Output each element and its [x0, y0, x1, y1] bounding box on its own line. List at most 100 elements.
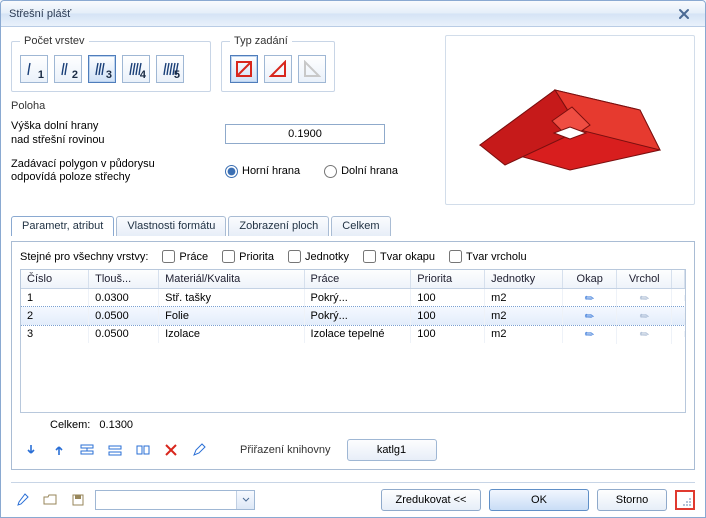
- radio-top-input[interactable]: [225, 165, 238, 178]
- layer-count-2[interactable]: 2: [54, 55, 82, 83]
- radio-bottom-label: Dolní hrana: [341, 165, 398, 177]
- eyedropper-button[interactable]: [11, 489, 33, 511]
- layer-count-3[interactable]: 3: [88, 55, 116, 83]
- table-row[interactable]: 10.0300Stř. taškyPokrý...100m2✎✎: [21, 289, 685, 307]
- tab-3[interactable]: Celkem: [331, 216, 390, 236]
- edit-icon: ✎: [582, 290, 597, 306]
- type-group: Typ zadání: [221, 35, 335, 92]
- tab-panel-params: Stejné pro všechny vrstvy: PrácePriorita…: [11, 241, 695, 470]
- layer-count-5[interactable]: 5: [156, 55, 184, 83]
- check-2-input[interactable]: [288, 250, 301, 263]
- library-button[interactable]: katlg1: [347, 439, 437, 461]
- check-0-input[interactable]: [162, 250, 175, 263]
- add-below-button[interactable]: [76, 439, 98, 461]
- tab-1[interactable]: Vlastnosti formátu: [116, 216, 226, 236]
- layer-count-4[interactable]: 4: [122, 55, 150, 83]
- poloha-body: Výška dolní hrany nad střešní rovinou Za…: [11, 120, 437, 185]
- roof-preview: [445, 35, 695, 205]
- col-prace[interactable]: Práce: [305, 270, 412, 288]
- table-row[interactable]: 20.0500FoliePokrý...100m2✎✎: [21, 307, 685, 325]
- col-cislo[interactable]: Číslo: [21, 270, 89, 288]
- col-tloustka[interactable]: Tlouš...: [89, 270, 159, 288]
- table-header: Číslo Tlouš... Materiál/Kvalita Práce Pr…: [21, 270, 685, 289]
- check-3[interactable]: Tvar okapu: [363, 250, 435, 263]
- edit-icon: ✎: [637, 308, 652, 324]
- layer-button-row: 12345: [20, 55, 202, 83]
- input-type-3[interactable]: [298, 55, 326, 83]
- add-above-button[interactable]: [104, 439, 126, 461]
- col-vrchol[interactable]: Vrchol: [617, 270, 672, 288]
- reduce-button[interactable]: Zredukovat <<: [381, 489, 481, 511]
- layer-count-1[interactable]: 1: [20, 55, 48, 83]
- check-4-input[interactable]: [449, 250, 462, 263]
- checkbox-row: Práce Priorita Jednotky Tvar okapu Tvar vrch…: [162, 250, 526, 263]
- layer-table: Číslo Tlouš... Materiál/Kvalita Práce Pr…: [20, 269, 686, 413]
- top-sections: Počet vrstev 12345 Typ zadání: [11, 35, 437, 92]
- roof-3d-icon: [460, 55, 680, 185]
- close-icon: [678, 8, 690, 20]
- tab-2[interactable]: Zobrazení ploch: [228, 216, 329, 236]
- same-for-all-label: Stejné pro všechny vrstvy:: [20, 251, 148, 263]
- split-row-button[interactable]: [132, 439, 154, 461]
- check-3-input[interactable]: [363, 250, 376, 263]
- edit-row-button[interactable]: [188, 439, 210, 461]
- check-4[interactable]: Tvar vrcholu: [449, 250, 527, 263]
- total-label: Celkem:: [50, 419, 90, 431]
- titlebar: Střešní plášť: [1, 1, 705, 27]
- poloha-height-label: Výška dolní hrany nad střešní rovinou: [11, 120, 211, 148]
- same-for-all-row: Stejné pro všechny vrstvy: Práce Priorita…: [20, 250, 686, 263]
- input-type-1[interactable]: [230, 55, 258, 83]
- ok-button[interactable]: OK: [489, 489, 589, 511]
- radio-bottom[interactable]: Dolní hrana: [324, 165, 398, 178]
- total-value: 0.1300: [99, 419, 133, 431]
- cancel-button[interactable]: Storno: [597, 489, 667, 511]
- move-down-button[interactable]: [20, 439, 42, 461]
- layers-group: Počet vrstev 12345: [11, 35, 211, 92]
- move-up-button[interactable]: [48, 439, 70, 461]
- col-okap[interactable]: Okap: [563, 270, 618, 288]
- radio-top[interactable]: Horní hrana: [225, 165, 300, 178]
- chevron-down-icon: [236, 491, 254, 509]
- check-1[interactable]: Priorita: [222, 250, 274, 263]
- height-input[interactable]: [225, 124, 385, 144]
- left-column: Počet vrstev 12345 Typ zadání Poloha Výš…: [11, 35, 437, 205]
- preset-combo-value: [96, 491, 236, 509]
- dialog-footer: Zredukovat << OK Storno: [11, 482, 695, 511]
- delete-row-button[interactable]: [160, 439, 182, 461]
- edit-icon: ✎: [637, 326, 652, 342]
- top-row: Počet vrstev 12345 Typ zadání Poloha Výš…: [11, 35, 695, 205]
- tab-0[interactable]: Parametr, atribut: [11, 216, 114, 236]
- open-button[interactable]: [39, 489, 61, 511]
- dialog-title: Střešní plášť: [9, 8, 671, 20]
- col-jednotky[interactable]: Jednotky: [485, 270, 563, 288]
- col-material[interactable]: Materiál/Kvalita: [159, 270, 304, 288]
- poloha-heading: Poloha: [11, 100, 437, 112]
- resize-grip-icon: [680, 495, 692, 507]
- type-button-row: [230, 55, 326, 83]
- col-priorita[interactable]: Priorita: [411, 270, 485, 288]
- pane-toolbar: Přiřazení knihovny katlg1: [20, 439, 686, 461]
- library-label: Přiřazení knihovny: [240, 444, 331, 456]
- radio-bottom-input[interactable]: [324, 165, 337, 178]
- poloha-height-row: Výška dolní hrany nad střešní rovinou: [11, 120, 437, 148]
- check-0[interactable]: Práce: [162, 250, 208, 263]
- layers-label: Počet vrstev: [20, 35, 89, 47]
- footer-tools: [11, 489, 255, 511]
- check-2[interactable]: Jednotky: [288, 250, 349, 263]
- radio-top-label: Horní hrana: [242, 165, 300, 177]
- total-row: Celkem: 0.1300: [20, 419, 686, 431]
- input-type-2[interactable]: [264, 55, 292, 83]
- resize-grip[interactable]: [675, 490, 695, 510]
- save-button[interactable]: [67, 489, 89, 511]
- tab-strip: Parametr, atributVlastnosti formátuZobra…: [11, 215, 695, 235]
- table-row[interactable]: 30.0500IzolaceIzolace tepelné100m2✎✎: [21, 325, 685, 343]
- col-filler: [672, 270, 685, 288]
- edit-icon: ✎: [582, 308, 597, 324]
- type-label: Typ zadání: [230, 35, 292, 47]
- close-button[interactable]: [671, 5, 697, 23]
- check-1-input[interactable]: [222, 250, 235, 263]
- preset-combo[interactable]: [95, 490, 255, 510]
- poloha-radio-group: Horní hrana Dolní hrana: [225, 165, 398, 178]
- poloha-polygon-label: Zadávací polygon v půdorysu odpovídá pol…: [11, 158, 211, 186]
- table-body[interactable]: 10.0300Stř. taškyPokrý...100m2✎✎20.0500F…: [21, 289, 685, 412]
